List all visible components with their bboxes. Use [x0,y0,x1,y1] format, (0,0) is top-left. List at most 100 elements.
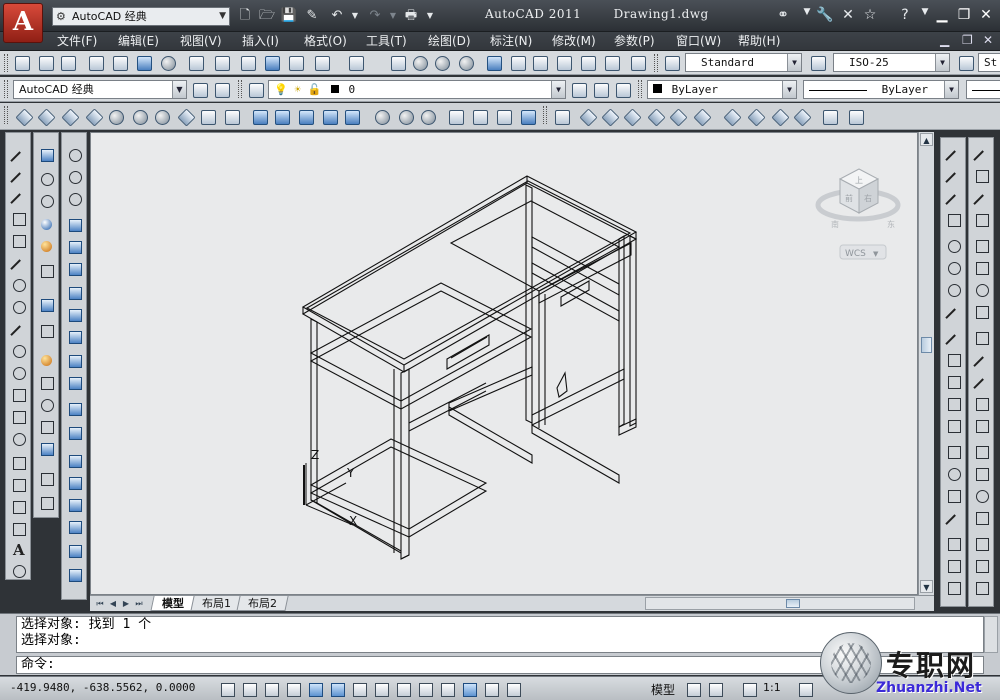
doc-close-icon[interactable]: ✕ [983,33,993,47]
wedge-solid-icon[interactable] [37,295,57,315]
3d-move-icon[interactable] [446,107,465,126]
design-center-icon[interactable] [508,53,527,72]
sw-isometric-icon[interactable] [722,107,741,126]
workspace-settings-icon[interactable] [190,80,209,99]
aligned-dim-icon[interactable] [944,166,964,186]
plot-preview-icon[interactable] [110,53,129,72]
diameter-dim-icon[interactable] [944,280,964,300]
camera-icon[interactable] [820,107,839,126]
open-icon[interactable] [36,53,55,72]
render-window-icon[interactable] [37,469,57,489]
polygon-icon[interactable] [9,209,29,229]
back-view-icon[interactable] [692,107,711,126]
mirror-icon[interactable] [972,188,992,208]
menu-help[interactable]: 帮助(H) [738,33,780,50]
break-at-point-icon[interactable] [972,394,992,414]
subtract-icon[interactable] [396,107,415,126]
construction-line-icon[interactable] [9,166,29,186]
linetype-combo[interactable]: ByLayer ▼ [803,80,959,99]
make-block-icon[interactable] [9,407,29,427]
quick-properties-icon[interactable] [482,680,500,698]
cone-icon[interactable] [84,107,103,126]
undo-dropdown-icon[interactable]: ▼ [346,7,364,25]
3d-dwf-icon[interactable] [158,53,177,72]
dim-update-icon[interactable] [944,578,964,598]
torus-icon[interactable] [152,107,171,126]
application-menu-button[interactable]: A [3,3,43,43]
tab-layout1[interactable]: 布局1 [190,596,243,611]
toolbar-grip[interactable] [238,80,242,98]
polar-tracking-icon[interactable] [306,680,324,698]
polyline-icon[interactable] [9,187,29,207]
torus-solid-icon[interactable] [37,237,57,257]
quickcalc-icon[interactable] [602,53,621,72]
ortho-mode-icon[interactable] [284,680,302,698]
layer-states-icon[interactable] [613,80,632,99]
scroll-up-icon[interactable]: ▲ [920,133,933,146]
save-icon[interactable] [58,53,77,72]
jogged-linear-icon[interactable] [944,508,964,528]
render-icon[interactable] [37,395,57,415]
bottom-view-icon[interactable] [600,107,619,126]
dynamic-input-icon[interactable] [416,680,434,698]
extrude-faces-icon[interactable] [65,215,85,235]
insert-block-icon[interactable] [9,385,29,405]
intersect-solid-icon[interactable] [65,189,85,209]
join-icon[interactable] [972,442,992,462]
interfere-icon[interactable] [65,565,85,585]
copy-object-icon[interactable] [972,166,992,186]
sphere-icon[interactable] [106,107,125,126]
separate-icon[interactable] [65,495,85,515]
revision-cloud-icon[interactable] [9,297,29,317]
layer-combo[interactable]: 💡 ☀ 🔓 0 ▼ [268,80,566,99]
extrude-icon[interactable] [250,107,269,126]
arc-icon[interactable] [9,253,29,273]
menu-view[interactable]: 视图(V) [180,33,222,50]
scroll-thumb[interactable] [921,337,932,353]
delete-faces-icon[interactable] [65,283,85,303]
linear-dim-icon[interactable] [944,144,964,164]
sweep-icon[interactable] [296,107,315,126]
extend-icon[interactable] [972,372,992,392]
top-view-icon[interactable] [578,107,597,126]
selection-cycle-icon[interactable] [846,107,865,126]
region-icon[interactable] [9,497,29,517]
inspection-icon[interactable] [944,486,964,506]
offset-faces-icon[interactable] [65,259,85,279]
qat-dropdown-icon[interactable]: ▼ [421,7,439,25]
nw-isometric-icon[interactable] [792,107,811,126]
cone-solid-icon[interactable] [37,169,57,189]
fillet-icon[interactable] [972,486,992,506]
environment-icon[interactable] [37,493,57,513]
multiline-text-icon[interactable] [9,541,29,561]
color-edges-icon[interactable] [65,423,85,443]
plot-icon[interactable]: 🖶 [402,7,420,25]
cut-icon[interactable] [186,53,205,72]
dim-break-icon[interactable] [944,416,964,436]
markup-icon[interactable] [578,53,597,72]
pan-icon[interactable] [388,53,407,72]
ne-isometric-icon[interactable] [770,107,789,126]
toolbar-grip[interactable] [543,106,547,124]
redo-dropdown-icon[interactable]: ▼ [384,7,402,25]
draw-order-icon[interactable] [972,556,992,576]
menu-format[interactable]: 格式(O) [304,33,347,50]
rotate-icon[interactable] [972,280,992,300]
drawing-canvas[interactable]: Z Y X 上 前 右 南 东 WCS ▼ [90,132,918,595]
blend-curves-icon[interactable] [972,508,992,528]
menu-modify[interactable]: 修改(M) [552,33,596,50]
union-icon[interactable] [372,107,391,126]
tab-layout2[interactable]: 布局2 [236,596,289,611]
section-plane-icon[interactable] [37,439,57,459]
menu-edit[interactable]: 编辑(E) [118,33,159,50]
first-tab-icon[interactable]: ⏮ [94,597,106,610]
paste-icon[interactable] [238,53,257,72]
copy-faces-icon[interactable] [65,351,85,371]
array-icon[interactable] [972,236,992,256]
table-style-combo[interactable]: St [978,53,1000,72]
dynamic-ucs-icon[interactable] [394,680,412,698]
object-snap-tracking-icon[interactable] [372,680,390,698]
jogged-dim-icon[interactable] [944,258,964,278]
left-view-icon[interactable] [622,107,641,126]
lineweight-combo[interactable] [966,80,1000,99]
